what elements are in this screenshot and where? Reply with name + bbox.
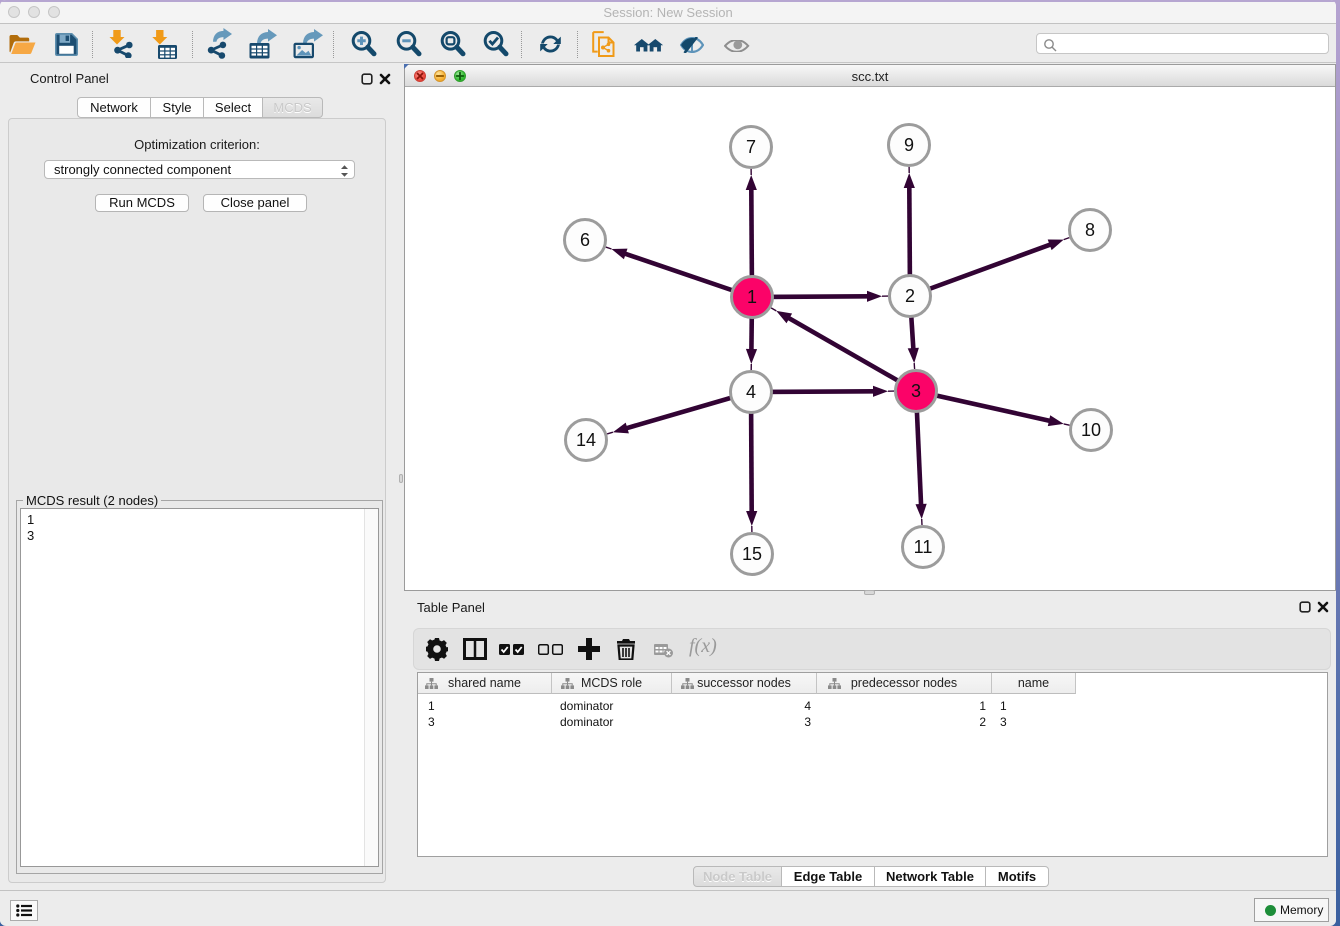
svg-text:8: 8	[1085, 220, 1095, 240]
svg-text:9: 9	[904, 135, 914, 155]
svg-text:6: 6	[580, 230, 590, 250]
svg-text:14: 14	[576, 430, 596, 450]
svg-text:7: 7	[746, 137, 756, 157]
svg-text:10: 10	[1081, 420, 1101, 440]
svg-text:2: 2	[905, 286, 915, 306]
svg-text:11: 11	[914, 537, 933, 557]
svg-text:15: 15	[742, 544, 762, 564]
svg-text:f(x): f(x)	[689, 636, 717, 657]
svg-text:1: 1	[747, 287, 757, 307]
svg-text:3: 3	[911, 381, 921, 401]
svg-text:4: 4	[746, 382, 756, 402]
